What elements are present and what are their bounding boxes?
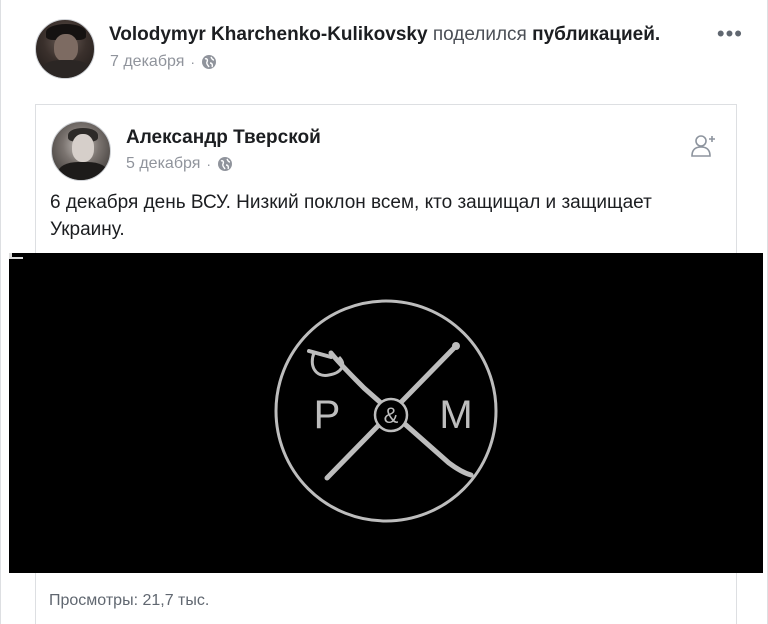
share-verb: поделился <box>432 24 527 45</box>
fullscreen-icon[interactable] <box>9 253 23 259</box>
shared-post-meta: 5 декабря · <box>126 155 233 173</box>
avatar-face <box>54 34 78 62</box>
logo-center-mark: & <box>384 403 399 428</box>
more-options-icon[interactable]: ••• <box>717 23 743 45</box>
shared-publication-link[interactable]: публикацией. <box>532 24 660 45</box>
video-player[interactable]: & P M <box>9 253 763 573</box>
post-meta: 7 декабря · <box>110 53 217 71</box>
shared-post-text: 6 декабря день ВСУ. Низкий поклон всем, … <box>50 192 652 240</box>
meta-separator: · <box>206 156 212 172</box>
post-date-link[interactable]: 7 декабря <box>110 53 184 71</box>
author-avatar[interactable] <box>35 19 95 79</box>
globe-icon[interactable] <box>217 156 233 172</box>
shared-author-name-link[interactable]: Александр Тверской <box>126 127 321 149</box>
avatar-body <box>58 162 108 180</box>
shared-post-date-link[interactable]: 5 декабря <box>126 155 200 173</box>
logo-cane-tip <box>452 342 460 350</box>
avatar-body <box>40 60 92 78</box>
avatar-face <box>72 134 94 162</box>
shared-author-avatar[interactable] <box>51 121 111 181</box>
logo-right-letter: M <box>439 393 472 437</box>
video-logo: & P M <box>274 299 498 523</box>
feed-post-card: Volodymyr Kharchenko-Kulikovsky поделилс… <box>0 0 768 624</box>
share-header-line: Volodymyr Kharchenko-Kulikovsky поделилс… <box>109 24 660 46</box>
add-friend-icon[interactable] <box>690 131 718 159</box>
logo-left-letter: P <box>314 393 341 437</box>
globe-icon[interactable] <box>201 54 217 70</box>
views-count: Просмотры: 21,7 тыс. <box>49 592 210 609</box>
meta-separator: · <box>190 54 196 70</box>
author-name-link[interactable]: Volodymyr Kharchenko-Kulikovsky <box>109 24 428 45</box>
